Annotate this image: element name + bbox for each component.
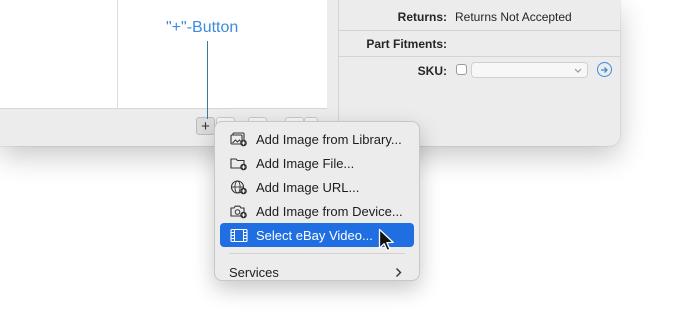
mouse-pointer-icon [378,228,394,252]
menu-item-add-image-library[interactable]: Add Image from Library... [220,127,414,151]
menu-item-label: Add Image URL... [256,179,360,195]
arrow-right-icon [601,66,608,73]
globe-add-icon [229,179,249,195]
callout-label: "+"-Button [166,19,239,36]
sku-label: SKU: [417,64,447,78]
menu-item-label: Add Image from Library... [256,131,402,147]
menu-separator [229,253,405,254]
sku-checkbox[interactable] [456,64,467,75]
menu-item-add-image-url[interactable]: Add Image URL... [220,175,414,199]
divider [339,30,620,31]
menu-item-label: Select eBay Video... [256,227,373,243]
sku-go-button[interactable] [597,62,612,77]
photo-library-icon [229,131,249,147]
add-image-context-menu: Add Image from Library... Add Image File… [214,121,420,281]
menu-item-services[interactable]: Services [220,260,414,284]
returns-value[interactable]: Returns Not Accepted [455,10,572,24]
chevron-down-icon [572,64,584,76]
chevron-right-icon [392,264,404,280]
part-fitments-label: Part Fitments: [366,37,447,51]
sku-combobox[interactable] [471,62,588,78]
camera-add-icon [229,203,249,219]
film-strip-icon [229,227,249,243]
callout-line [207,41,208,119]
menu-item-label: Add Image from Device... [256,203,403,219]
menu-item-label: Services [229,264,279,280]
returns-label: Returns: [397,10,447,24]
image-divider [117,0,118,108]
image-drop-area[interactable]: "+"-Button [0,0,327,109]
menu-item-add-image-file[interactable]: Add Image File... [220,151,414,175]
menu-item-add-image-device[interactable]: Add Image from Device... [220,199,414,223]
add-button[interactable]: + [196,117,215,135]
folder-add-icon [229,155,249,171]
divider [339,56,620,57]
menu-item-label: Add Image File... [256,155,355,171]
